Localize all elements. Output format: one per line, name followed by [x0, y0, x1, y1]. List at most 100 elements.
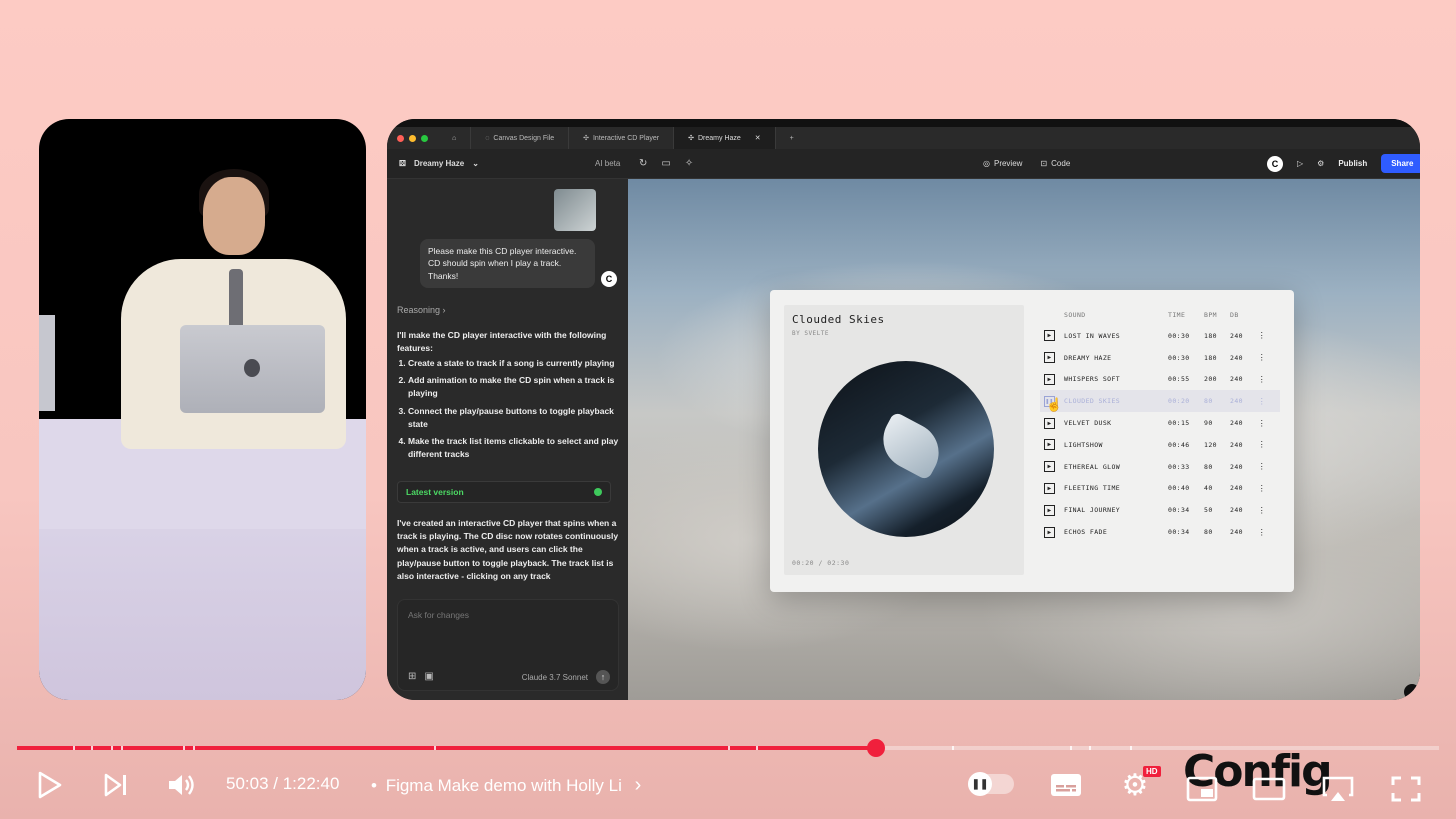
more-options-icon[interactable]: ⋮ — [1256, 375, 1268, 384]
close-tab-icon[interactable]: ✕ — [755, 134, 761, 142]
chapter-title-button[interactable]: • Figma Make demo with Holly Li › — [371, 774, 641, 797]
subtitles-button[interactable] — [1046, 760, 1086, 810]
track-row[interactable]: ▶ LIGHTSHOW 00:46 120 240 ⋮ — [1040, 434, 1280, 456]
track-row[interactable]: ▶ ETHEREAL GLOW 00:33 80 240 ⋮ — [1040, 456, 1280, 478]
chapter-marker — [728, 746, 730, 750]
miniplayer-icon — [1186, 776, 1218, 802]
hd-badge: HD — [1143, 766, 1161, 777]
theater-mode-button[interactable] — [1251, 764, 1287, 814]
chapter-marker — [73, 746, 75, 750]
disc-artwork — [872, 411, 950, 481]
window-controls[interactable] — [387, 134, 438, 142]
project-name[interactable]: Dreamy Haze — [414, 159, 464, 168]
more-options-icon[interactable]: ⋮ — [1256, 462, 1268, 471]
play-icon[interactable]: ▶ — [1044, 330, 1055, 342]
track-name: LIGHTSHOW — [1064, 440, 1103, 449]
more-options-icon[interactable]: ⋮ — [1256, 528, 1268, 537]
more-options-icon[interactable]: ⋮ — [1256, 506, 1268, 515]
settings-icon[interactable]: ⚙ — [1317, 159, 1324, 168]
play-button[interactable] — [30, 760, 70, 810]
track-row[interactable]: ▶ ECHOS FADE 00:34 80 240 ⋮ — [1040, 521, 1280, 543]
track-row[interactable]: ▶ LOST IN WAVES 00:30 180 240 ⋮ — [1040, 325, 1280, 347]
new-tab-button[interactable]: + — [776, 127, 808, 149]
track-list: SOUND TIME BPM DB ▶ LOST IN WAVES 00:30 180… — [1040, 305, 1280, 543]
maximize-window-icon[interactable] — [421, 134, 428, 142]
share-button[interactable]: Share — [1381, 154, 1420, 173]
reasoning-toggle[interactable]: Reasoning › — [397, 305, 446, 315]
play-icon[interactable]: ▶ — [1044, 352, 1055, 364]
track-bpm: 200 — [1204, 375, 1217, 384]
play-preview-icon[interactable]: ▷ — [1297, 159, 1303, 168]
play-icon[interactable]: ▶ — [1044, 373, 1055, 385]
chevron-down-icon[interactable]: ⌄ — [472, 159, 479, 168]
play-icon[interactable]: ▶ — [1044, 461, 1055, 473]
album-artist: BY SVELTE — [792, 330, 830, 337]
tab-interactive-cd-player[interactable]: ✣ Interactive CD Player — [569, 127, 675, 149]
theater-icon — [1252, 777, 1286, 801]
apple-logo-icon — [244, 359, 260, 377]
track-row[interactable]: ▶ VELVET DUSK 00:15 90 240 ⋮ — [1040, 412, 1280, 434]
code-button[interactable]: ⊡ Code — [1040, 159, 1070, 168]
reply-steps: Create a state to track if a song is cur… — [397, 357, 619, 461]
play-icon[interactable]: ▶ — [1044, 417, 1055, 429]
point-edit-icon[interactable]: ✧ — [685, 158, 693, 169]
tab-label: Interactive CD Player — [592, 134, 660, 142]
next-button[interactable] — [96, 760, 136, 810]
send-icon[interactable]: ↑ — [596, 670, 610, 684]
refresh-icon[interactable]: ↻ — [639, 158, 647, 169]
column-time: TIME — [1168, 311, 1186, 319]
more-options-icon[interactable]: ⋮ — [1256, 484, 1268, 493]
select-frame-icon[interactable]: ⊞ — [408, 671, 416, 682]
track-row[interactable]: ❚❚ CLOUDED SKIES 00:20 80 240 ⋮ — [1040, 390, 1280, 413]
tab-canvas-design-file[interactable]: ◌ Canvas Design File — [471, 127, 570, 149]
track-row[interactable]: ▶ DREAMY HAZE 00:30 180 240 ⋮ — [1040, 347, 1280, 369]
project-menu[interactable]: ⚄ Dreamy Haze ⌄ — [399, 159, 479, 168]
track-time: 00:40 — [1168, 484, 1190, 493]
cd-disc[interactable] — [818, 361, 994, 537]
image-upload-icon[interactable]: ▣ — [424, 671, 433, 682]
latest-version-card[interactable]: Latest version — [397, 481, 611, 503]
chat-composer[interactable]: Ask for changes ⊞ ▣ Claude 3.7 Sonnet ↑ — [397, 599, 619, 691]
miniplayer-button[interactable] — [1184, 764, 1220, 814]
chapter-marker — [1070, 746, 1072, 750]
preview-button[interactable]: ◎ Preview — [983, 159, 1022, 168]
more-options-icon[interactable]: ⋮ — [1256, 419, 1268, 428]
play-icon[interactable]: ▶ — [1044, 439, 1055, 451]
minimize-window-icon[interactable] — [409, 134, 416, 142]
code-label: Code — [1051, 159, 1071, 168]
cast-button[interactable] — [1318, 764, 1358, 814]
more-options-icon[interactable]: ⋮ — [1256, 331, 1268, 340]
scrubber-handle[interactable] — [866, 739, 885, 757]
composer-placeholder[interactable]: Ask for changes — [408, 610, 469, 620]
track-db: 240 — [1230, 419, 1243, 428]
autoplay-toggle[interactable]: ❚❚ — [968, 772, 1014, 796]
play-icon[interactable]: ▶ — [1044, 526, 1055, 538]
track-time: 00:15 — [1168, 419, 1190, 428]
tab-dreamy-haze[interactable]: ✣ Dreamy Haze ✕ — [674, 127, 776, 149]
figma-menu-icon[interactable]: ⚄ — [399, 159, 406, 168]
track-row[interactable]: ▶ FLEETING TIME 00:40 40 240 ⋮ — [1040, 478, 1280, 500]
time-readout: 00:20 / 02:30 — [792, 559, 850, 567]
track-row[interactable]: ▶ FINAL JOURNEY 00:34 50 240 ⋮ — [1040, 499, 1280, 521]
more-options-icon[interactable]: ⋮ — [1256, 440, 1268, 449]
track-time: 00:30 — [1168, 331, 1190, 340]
publish-button[interactable]: Publish — [1338, 159, 1367, 168]
more-options-icon[interactable]: ⋮ — [1256, 353, 1268, 362]
close-window-icon[interactable] — [397, 134, 404, 142]
model-selector[interactable]: Claude 3.7 Sonnet — [522, 673, 588, 682]
more-options-icon[interactable]: ⋮ — [1256, 397, 1268, 406]
toolbar-right: C ▷ ⚙ Publish Share — [1267, 154, 1420, 173]
track-row[interactable]: ▶ WHISPERS SOFT 00:55 200 240 ⋮ — [1040, 369, 1280, 391]
user-avatar[interactable]: C — [1267, 155, 1283, 172]
track-bpm: 50 — [1204, 506, 1213, 515]
home-tab[interactable]: ⌂ — [438, 127, 472, 149]
fullscreen-button[interactable] — [1388, 764, 1424, 814]
attached-image-thumbnail[interactable] — [554, 189, 596, 231]
help-icon[interactable] — [1404, 684, 1420, 700]
mute-button[interactable] — [162, 760, 202, 810]
play-icon[interactable]: ▶ — [1044, 504, 1055, 516]
chapter-marker — [1130, 746, 1132, 750]
track-name: WHISPERS SOFT — [1064, 375, 1121, 384]
layout-icon[interactable]: ▭ — [661, 158, 670, 169]
play-icon[interactable]: ▶ — [1044, 482, 1055, 494]
